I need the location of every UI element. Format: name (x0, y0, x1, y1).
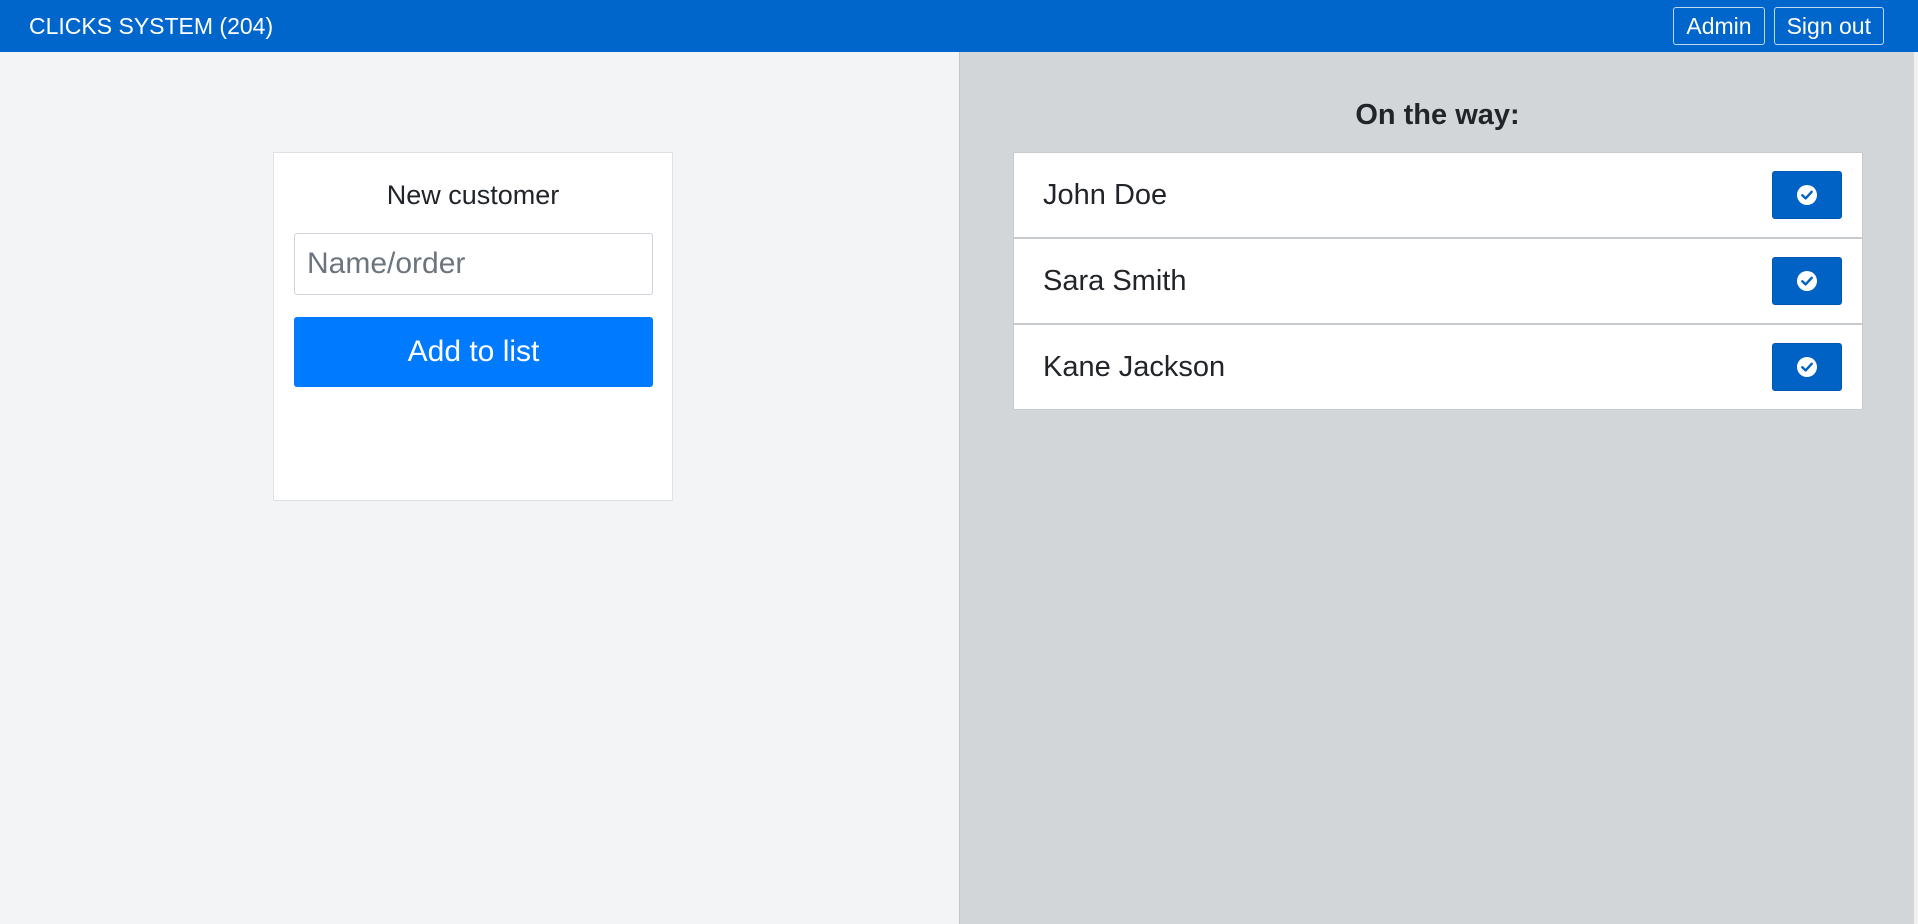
nav-buttons: Admin Sign out (1673, 7, 1884, 45)
customer-name: Sara Smith (1043, 264, 1187, 297)
check-circle-icon (1797, 357, 1817, 377)
mark-done-button[interactable] (1772, 257, 1842, 305)
check-circle-icon (1797, 271, 1817, 291)
mark-done-button[interactable] (1772, 343, 1842, 391)
list-item: Sara Smith (1014, 237, 1862, 323)
window-scrollbar[interactable] (1914, 52, 1918, 924)
list-item: Kane Jackson (1014, 323, 1862, 409)
check-circle-icon (1797, 185, 1817, 205)
new-customer-pane: New customer Add to list (0, 52, 959, 924)
admin-button[interactable]: Admin (1673, 7, 1765, 45)
on-the-way-heading: On the way: (1355, 99, 1520, 131)
sign-out-button[interactable]: Sign out (1773, 7, 1884, 45)
mark-done-button[interactable] (1772, 171, 1842, 219)
list-item: John Doe (1014, 153, 1862, 237)
app-root: CLICKS SYSTEM (204) Admin Sign out New c… (0, 0, 1918, 924)
on-the-way-pane: On the way: John Doe Sara Smith Kane Jac… (959, 52, 1918, 924)
new-customer-title: New customer (386, 180, 560, 210)
new-customer-card: New customer Add to list (273, 152, 673, 501)
name-order-input[interactable] (294, 233, 653, 295)
customer-name: Kane Jackson (1043, 350, 1226, 383)
brand-title: CLICKS SYSTEM (204) (29, 12, 274, 39)
top-navbar: CLICKS SYSTEM (204) Admin Sign out (0, 0, 1918, 52)
customer-name: John Doe (1043, 178, 1168, 211)
on-the-way-list: John Doe Sara Smith Kane Jackson (1013, 152, 1863, 410)
add-to-list-button[interactable]: Add to list (294, 317, 653, 387)
